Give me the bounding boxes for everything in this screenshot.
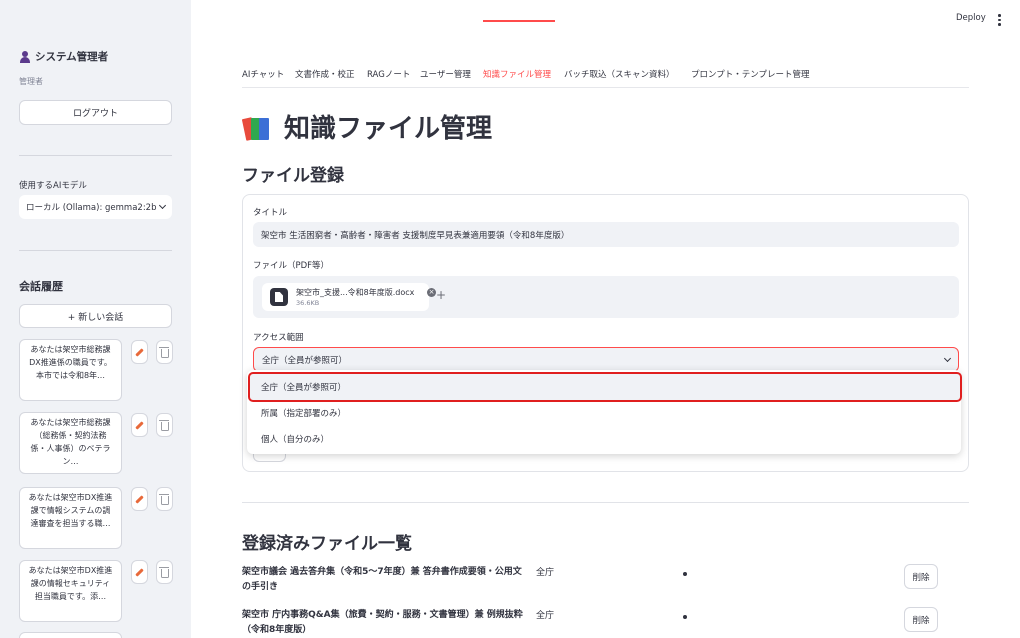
edit-button[interactable] bbox=[131, 560, 148, 584]
model-select-value: ローカル (Ollama): gemma2:2b bbox=[26, 203, 157, 213]
delete-history-button[interactable] bbox=[156, 413, 173, 437]
file-size: 36.6KB bbox=[296, 299, 320, 307]
file-row-scope: 全庁 bbox=[536, 611, 555, 621]
tab-document-edit[interactable]: 文書作成・校正 bbox=[295, 68, 355, 80]
file-row-title: 架空市 庁内事務Q&A集（旅費・契約・服務・文書管理）兼 例規抜粋（令和8年度版… bbox=[242, 610, 523, 635]
user-name-text: システム管理者 bbox=[35, 51, 109, 63]
history-item[interactable]: あなたは架空市総務課DX推進係の職員です。本市では令和8年… bbox=[19, 339, 122, 401]
page-title-text: 知識ファイル管理 bbox=[284, 114, 493, 144]
delete-history-button[interactable] bbox=[156, 487, 173, 511]
sidebar: システム管理者 管理者 ログアウト 使用するAIモデル ローカル (Ollama… bbox=[0, 0, 191, 638]
chevron-down-icon bbox=[158, 201, 167, 210]
trash-icon bbox=[159, 566, 169, 578]
divider bbox=[19, 155, 172, 156]
new-chat-button[interactable]: + 新しい会話 bbox=[19, 304, 172, 328]
divider bbox=[242, 502, 969, 503]
scope-dropdown: 全庁（全員が参照可） 所属（指定部署のみ） 個人（自分のみ） bbox=[247, 370, 962, 454]
tab-bar: AIチャット 文書作成・校正 RAGノート ユーザー管理 知識ファイル管理 バッ… bbox=[242, 66, 969, 88]
tab-user-management[interactable]: ユーザー管理 bbox=[420, 68, 471, 80]
register-title: ファイル登録 bbox=[242, 166, 344, 186]
document-icon bbox=[270, 288, 288, 306]
list-title: 登録済みファイル一覧 bbox=[242, 534, 412, 554]
model-label: 使用するAIモデル bbox=[19, 181, 87, 191]
logout-button[interactable]: ログアウト bbox=[19, 100, 172, 125]
trash-icon bbox=[159, 419, 169, 431]
bullet-icon bbox=[683, 615, 687, 619]
tab-batch-import[interactable]: バッチ取込（スキャン資料） bbox=[564, 68, 675, 80]
file-row-scope: 全庁 bbox=[536, 568, 555, 578]
pencil-icon bbox=[135, 347, 144, 357]
scope-select-value: 全庁（全員が参照可） bbox=[262, 355, 348, 366]
history-item[interactable]: あなたは架空市総務課（総務係・契約法務係・人事係）のベテラン… bbox=[19, 412, 122, 474]
bullet-icon bbox=[683, 572, 687, 576]
edit-button[interactable] bbox=[131, 487, 148, 511]
delete-history-button[interactable] bbox=[156, 560, 173, 584]
file-uploader[interactable]: 架空市_支援...令和8年度版.docx 36.6KB × + bbox=[253, 276, 959, 318]
delete-history-button[interactable] bbox=[156, 340, 173, 364]
file-row-title: 架空市議会 過去答弁集（令和5〜7年度）兼 答弁書作成要領・公用文の手引き bbox=[242, 567, 522, 592]
title-label: タイトル bbox=[253, 208, 288, 218]
tab-knowledge-files[interactable]: 知識ファイル管理 bbox=[483, 68, 551, 80]
scope-option[interactable]: 所属（指定部署のみ） bbox=[247, 400, 961, 426]
books-icon bbox=[241, 112, 272, 142]
tab-ai-chat[interactable]: AIチャット bbox=[242, 68, 284, 80]
file-name: 架空市_支援...令和8年度版.docx bbox=[296, 288, 415, 297]
divider bbox=[19, 250, 172, 251]
page-title: 知識ファイル管理 bbox=[241, 108, 493, 145]
history-item[interactable]: あなたは架空市DX推進課の情報セキュリティ担当職員です。添… bbox=[19, 560, 122, 622]
close-icon[interactable]: × bbox=[427, 288, 436, 297]
more-menu-icon[interactable] bbox=[998, 14, 1001, 26]
pencil-icon bbox=[135, 494, 144, 504]
history-item[interactable]: あなたは架空市DX推進課で情報システムの調達審査を担当する職… bbox=[19, 487, 122, 549]
deploy-button[interactable]: Deploy bbox=[956, 13, 986, 23]
chevron-down-icon bbox=[943, 354, 952, 362]
pencil-icon bbox=[135, 567, 144, 577]
trash-icon bbox=[159, 346, 169, 358]
active-tab-indicator bbox=[483, 20, 555, 22]
scope-option[interactable]: 全庁（全員が参照可） bbox=[248, 372, 962, 402]
user-name: システム管理者 bbox=[19, 49, 108, 64]
delete-button[interactable]: 削除 bbox=[904, 564, 938, 589]
edit-button[interactable] bbox=[131, 340, 148, 364]
history-item[interactable] bbox=[19, 632, 122, 638]
trash-icon bbox=[159, 493, 169, 505]
history-title: 会話履歴 bbox=[19, 280, 63, 293]
plus-icon[interactable]: + bbox=[436, 288, 446, 302]
scope-option[interactable]: 個人（自分のみ） bbox=[247, 426, 961, 452]
scope-label: アクセス範囲 bbox=[253, 333, 304, 343]
tab-rag-notes[interactable]: RAGノート bbox=[367, 68, 410, 80]
file-label: ファイル（PDF等） bbox=[253, 261, 330, 271]
title-input[interactable]: 架空市 生活困窮者・高齢者・障害者 支援制度早見表兼適用要領（令和8年度版） bbox=[253, 222, 959, 247]
model-select[interactable]: ローカル (Ollama): gemma2:2b bbox=[19, 195, 172, 219]
scope-select[interactable]: 全庁（全員が参照可） bbox=[253, 347, 959, 372]
user-role: 管理者 bbox=[19, 77, 43, 86]
delete-button[interactable]: 削除 bbox=[904, 607, 938, 632]
tab-prompt-templates[interactable]: プロンプト・テンプレート管理 bbox=[691, 68, 810, 80]
file-chip: 架空市_支援...令和8年度版.docx 36.6KB × bbox=[262, 283, 436, 311]
pencil-icon bbox=[135, 420, 144, 430]
edit-button[interactable] bbox=[131, 413, 148, 437]
user-icon bbox=[19, 50, 31, 63]
